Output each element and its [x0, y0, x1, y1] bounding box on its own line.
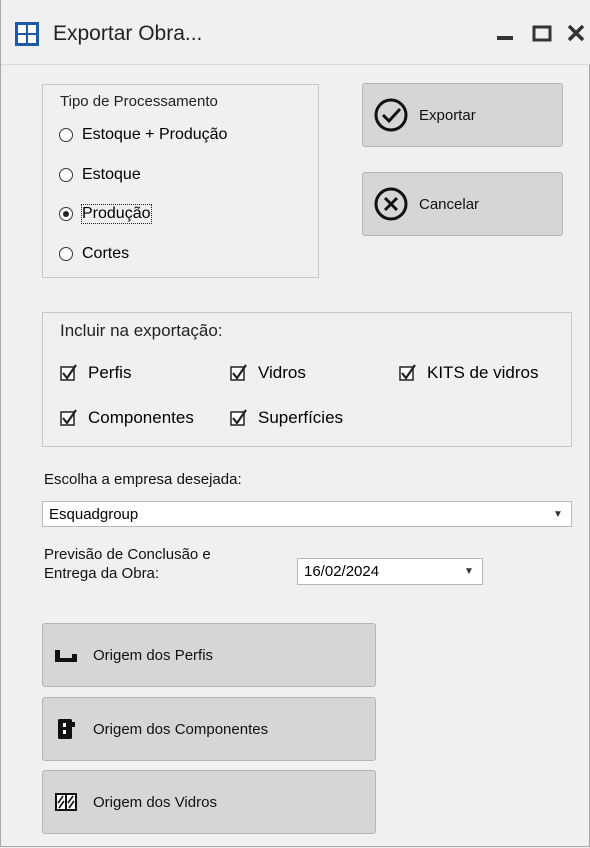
glass-panes-icon	[55, 793, 77, 811]
checkbox-label: Componentes	[88, 408, 194, 427]
checkbox-perfis[interactable]: Perfis	[60, 363, 131, 383]
checkbox-label: Perfis	[88, 363, 132, 382]
radio-estoque[interactable]: Estoque	[59, 166, 141, 184]
export-button[interactable]: Exportar	[362, 83, 563, 147]
include-export-group: Incluir na exportação: Perfis Vidros KIT…	[42, 312, 572, 447]
dropdown-arrow-icon[interactable]: ▼	[456, 566, 482, 577]
checkbox-checked-icon[interactable]	[230, 409, 248, 427]
processing-type-group: Tipo de Processamento Estoque + Produção…	[42, 84, 319, 278]
checkbox-label: Vidros	[258, 363, 306, 382]
radio-circle[interactable]	[59, 168, 73, 182]
window-app-icon	[15, 22, 39, 46]
origin-components-label: Origem dos Componentes	[93, 720, 269, 738]
checkbox-label: Superfícies	[258, 408, 344, 427]
processing-type-legend: Tipo de Processamento	[60, 93, 218, 110]
radio-label: Cortes	[82, 245, 130, 262]
component-hinge-icon	[58, 719, 75, 739]
checkbox-kits-vidros[interactable]: KITS de vidros	[399, 363, 539, 383]
checkbox-label: KITS de vidros	[427, 363, 539, 382]
origin-profiles-button[interactable]: Origem dos Perfis	[42, 623, 376, 687]
forecast-date-value[interactable]: 16/02/2024	[298, 563, 456, 580]
radio-circle-selected[interactable]	[59, 207, 73, 221]
radio-estoque-producao[interactable]: Estoque + Produção	[59, 126, 227, 144]
export-dialog-window: Exportar Obra... Tipo de Processamento E…	[0, 0, 590, 847]
company-select[interactable]: Esquadgroup ▼	[42, 501, 572, 527]
checkbox-checked-icon[interactable]	[60, 409, 78, 427]
check-circle-icon	[374, 98, 408, 132]
checkbox-checked-icon[interactable]	[399, 364, 417, 382]
checkbox-componentes[interactable]: Componentes	[60, 408, 194, 428]
close-icon[interactable]	[563, 18, 590, 48]
maximize-icon[interactable]	[527, 18, 557, 48]
forecast-label-line2: Entrega da Obra:	[44, 565, 160, 582]
radio-producao[interactable]: Produção	[59, 204, 152, 224]
radio-label: Produção	[81, 204, 152, 224]
forecast-label: Previsão de Conclusão e Entrega da Obra:	[44, 545, 211, 583]
radio-label: Estoque	[82, 166, 141, 183]
title-bar[interactable]: Exportar Obra...	[1, 0, 590, 65]
include-export-legend: Incluir na exportação:	[60, 321, 223, 340]
origin-glass-label: Origem dos Vidros	[93, 793, 217, 811]
cancel-circle-icon	[374, 187, 408, 221]
checkbox-checked-icon[interactable]	[230, 364, 248, 382]
radio-circle[interactable]	[59, 128, 73, 142]
dropdown-arrow-icon[interactable]: ▼	[545, 509, 571, 520]
checkbox-vidros[interactable]: Vidros	[230, 363, 306, 383]
radio-cortes[interactable]: Cortes	[59, 245, 129, 263]
forecast-label-line1: Previsão de Conclusão e	[44, 546, 211, 563]
origin-glass-button[interactable]: Origem dos Vidros	[42, 770, 376, 834]
export-button-label: Exportar	[419, 106, 476, 124]
radio-circle[interactable]	[59, 247, 73, 261]
cancel-button-label: Cancelar	[419, 195, 480, 213]
checkbox-checked-icon[interactable]	[60, 364, 78, 382]
checkbox-superficies[interactable]: Superfícies	[230, 408, 343, 428]
radio-label: Estoque + Produção	[82, 126, 228, 143]
cancel-button[interactable]: Cancelar	[362, 172, 563, 236]
origin-components-button[interactable]: Origem dos Componentes	[42, 697, 376, 761]
window-title: Exportar Obra...	[53, 22, 203, 45]
company-label: Escolha a empresa desejada:	[44, 471, 242, 488]
company-select-value: Esquadgroup	[49, 505, 139, 523]
origin-profiles-label: Origem dos Perfis	[93, 646, 214, 664]
forecast-date-picker[interactable]: 16/02/2024 ▼	[297, 558, 483, 585]
minimize-icon[interactable]	[491, 18, 521, 48]
profile-channel-icon	[55, 650, 77, 662]
